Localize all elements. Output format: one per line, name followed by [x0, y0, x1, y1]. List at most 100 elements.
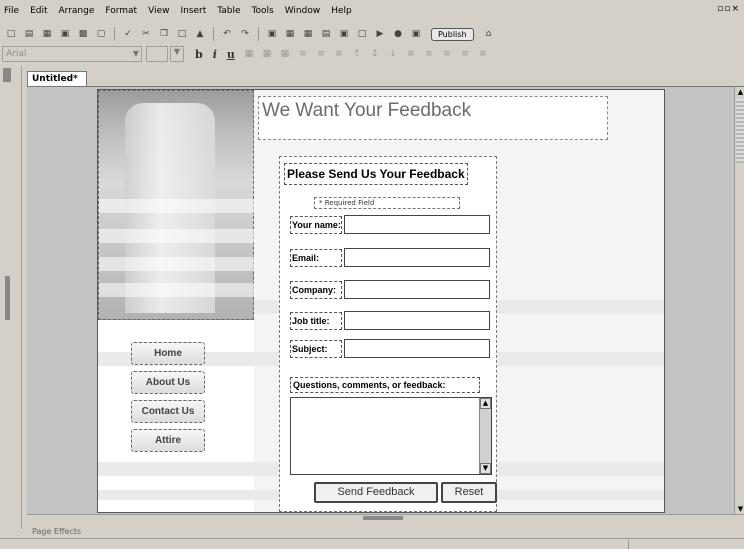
toolbar-separator: [114, 27, 115, 41]
scroll-thumb[interactable]: [736, 99, 744, 163]
menu-tools[interactable]: Tools: [252, 6, 274, 16]
header-photo[interactable]: [98, 90, 255, 320]
publish-button[interactable]: Publish: [431, 27, 474, 41]
new-page-icon[interactable]: □: [5, 28, 17, 40]
paste-icon[interactable]: □: [176, 28, 188, 40]
design-canvas: We Want Your Feedback Home About Us Cont…: [27, 86, 744, 515]
page-title-box[interactable]: We Want Your Feedback: [258, 96, 608, 140]
menu-view[interactable]: View: [148, 6, 169, 16]
nav-attire-button[interactable]: Attire: [131, 429, 205, 452]
job-title-field[interactable]: [344, 311, 490, 330]
standard-toolbar: □ ▤ ▦ ▣ ▩ ▢ ✓ ✂ ❐ □ ▲ ↶ ↷ ▣ ▦ ▦ ▤ ▣ □ ▶ …: [0, 24, 744, 44]
menu-insert[interactable]: Insert: [180, 6, 206, 16]
highlight-icon[interactable]: ▦: [261, 48, 273, 60]
status-bar: [0, 538, 744, 549]
insert-text-icon[interactable]: ▣: [266, 28, 278, 40]
left-toolbar-rail: [0, 66, 22, 529]
redo-icon[interactable]: ↷: [239, 28, 251, 40]
undo-icon[interactable]: ↶: [221, 28, 233, 40]
menu-arrange[interactable]: Arrange: [59, 6, 95, 16]
nav-about-button[interactable]: About Us: [131, 371, 205, 394]
panel-grip-icon[interactable]: [363, 516, 403, 520]
form-heading: Please Send Us Your Feedback: [284, 163, 468, 185]
send-feedback-button[interactable]: Send Feedback: [314, 482, 438, 503]
page-layout: We Want Your Feedback Home About Us Cont…: [97, 89, 665, 513]
subject-field[interactable]: [344, 339, 490, 358]
save-all-icon[interactable]: ▦: [41, 28, 53, 40]
text-style-icon[interactable]: ▦: [243, 48, 255, 60]
bullet-list-icon[interactable]: ≡: [405, 48, 417, 60]
align-center-icon[interactable]: ≡: [315, 48, 327, 60]
menu-format[interactable]: Format: [105, 6, 137, 16]
bottom-panel-splitter[interactable]: [27, 514, 744, 526]
font-name-value: Arial: [6, 49, 27, 59]
rail-grip-icon[interactable]: [3, 68, 11, 82]
insert-media-icon[interactable]: ▶: [374, 28, 386, 40]
window-controls[interactable]: ▫▫×: [717, 4, 740, 14]
photo-band: [99, 257, 255, 271]
italic-button[interactable]: i: [213, 48, 217, 61]
preview-browser-icon[interactable]: ▣: [410, 28, 422, 40]
align-bottom-icon[interactable]: ↓: [387, 48, 399, 60]
justify-icon[interactable]: ≡: [477, 48, 489, 60]
preview-icon[interactable]: ▢: [95, 28, 107, 40]
scroll-down-icon[interactable]: ▼: [480, 463, 491, 474]
scroll-up-icon[interactable]: ▲: [480, 398, 491, 409]
spellcheck-icon[interactable]: ✓: [122, 28, 134, 40]
insert-frame-icon[interactable]: □: [356, 28, 368, 40]
decrease-indent-icon[interactable]: ≡: [441, 48, 453, 60]
align-top-icon[interactable]: ↑: [351, 48, 363, 60]
insert-layer-icon[interactable]: ▣: [338, 28, 350, 40]
photo-band: [99, 283, 255, 297]
photo-band: [99, 199, 255, 213]
font-color-icon[interactable]: ▦: [279, 48, 291, 60]
document-tab[interactable]: Untitled*: [27, 71, 87, 87]
align-left-icon[interactable]: ≡: [297, 48, 309, 60]
rail-collapse-handle[interactable]: [5, 276, 10, 320]
copy-icon[interactable]: ❐: [158, 28, 170, 40]
nav-contact-button[interactable]: Contact Us: [131, 400, 205, 423]
cut-icon[interactable]: ✂: [140, 28, 152, 40]
textarea-scrollbar[interactable]: ▲ ▼: [479, 398, 491, 474]
underline-button[interactable]: u: [227, 48, 235, 61]
photo-band: [99, 229, 255, 243]
canvas-vertical-scrollbar[interactable]: ▲ ▼: [734, 87, 744, 515]
insert-form-icon[interactable]: ▤: [320, 28, 332, 40]
page-effects-label[interactable]: Page Effects: [32, 527, 81, 536]
menu-table[interactable]: Table: [217, 6, 240, 16]
name-field[interactable]: [344, 215, 490, 234]
print-icon[interactable]: ▩: [77, 28, 89, 40]
questions-textarea[interactable]: ▲ ▼: [290, 397, 492, 475]
bold-button[interactable]: b: [195, 48, 203, 61]
questions-label: Questions, comments, or feedback:: [290, 377, 480, 393]
page-title: We Want Your Feedback: [262, 100, 472, 121]
insert-picture-icon[interactable]: ▦: [284, 28, 296, 40]
font-name-select[interactable]: Arial ▼: [2, 46, 142, 62]
increase-indent-icon[interactable]: ≡: [459, 48, 471, 60]
menu-help[interactable]: Help: [331, 6, 352, 16]
align-middle-icon[interactable]: ↕: [369, 48, 381, 60]
subject-label: Subject:: [290, 340, 342, 358]
toolbar-separator: [213, 27, 214, 41]
open-icon[interactable]: ▤: [23, 28, 35, 40]
company-label: Company:: [290, 281, 342, 299]
font-size-select[interactable]: [146, 46, 168, 62]
menu-window[interactable]: Window: [285, 6, 321, 16]
font-size-dropdown-icon[interactable]: ▼: [170, 46, 184, 62]
save-icon[interactable]: ▣: [59, 28, 71, 40]
scroll-up-icon[interactable]: ▲: [735, 87, 744, 98]
menu-file[interactable]: File: [4, 6, 19, 16]
company-field[interactable]: [344, 280, 490, 299]
toolbar-separator: [258, 27, 259, 41]
menu-edit[interactable]: Edit: [30, 6, 47, 16]
email-field[interactable]: [344, 248, 490, 267]
nav-home-button[interactable]: Home: [131, 342, 205, 365]
align-right-icon[interactable]: ≡: [333, 48, 345, 60]
format-painter-icon[interactable]: ▲: [194, 28, 206, 40]
home-icon[interactable]: ⌂: [483, 28, 495, 40]
insert-table-icon[interactable]: ▦: [302, 28, 314, 40]
reset-button[interactable]: Reset: [441, 482, 497, 503]
name-label: Your name:: [290, 216, 342, 234]
numbered-list-icon[interactable]: ≡: [423, 48, 435, 60]
link-icon[interactable]: ●: [392, 28, 404, 40]
